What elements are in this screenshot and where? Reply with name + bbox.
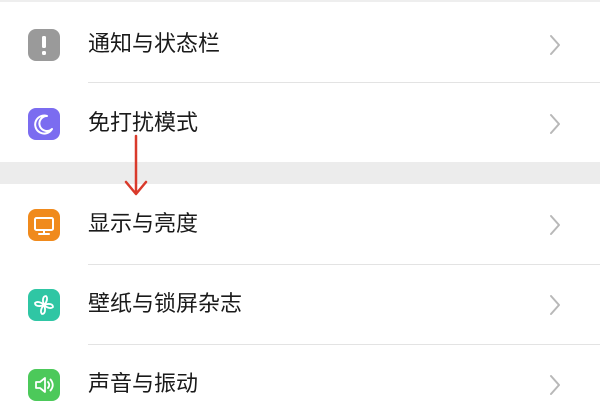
chevron-right-icon (550, 35, 560, 55)
settings-item-display-brightness[interactable]: 显示与亮度 (0, 184, 600, 264)
settings-item-notifications[interactable]: 通知与状态栏 (0, 4, 600, 84)
speaker-icon (28, 369, 60, 401)
exclamation-icon (28, 29, 60, 61)
settings-item-label: 显示与亮度 (88, 212, 199, 237)
settings-item-label: 声音与振动 (88, 372, 199, 397)
section-gap (0, 162, 600, 184)
settings-item-sound-vibration[interactable]: 声音与振动 (0, 344, 600, 412)
top-edge (0, 0, 600, 2)
settings-group-1: 通知与状态栏 免打扰模式 (0, 0, 600, 162)
chevron-right-icon (550, 375, 560, 395)
chevron-right-icon (550, 295, 560, 315)
moon-icon (28, 108, 60, 140)
pinwheel-icon (28, 289, 60, 321)
chevron-right-icon (550, 114, 560, 134)
red-arrow-annotation-icon (124, 134, 148, 196)
monitor-icon (28, 209, 60, 241)
settings-group-2: 显示与亮度 壁纸与锁屏杂志 声音与振动 (0, 184, 600, 412)
settings-screen: 通知与状态栏 免打扰模式 显示与亮度 壁纸与锁屏杂志 声音与振动 (0, 0, 600, 412)
chevron-right-icon (550, 215, 560, 235)
settings-item-wallpaper-lockscreen[interactable]: 壁纸与锁屏杂志 (0, 264, 600, 344)
settings-item-label: 通知与状态栏 (88, 32, 221, 57)
settings-item-label: 壁纸与锁屏杂志 (88, 292, 243, 317)
settings-item-do-not-disturb[interactable]: 免打扰模式 (0, 83, 600, 163)
